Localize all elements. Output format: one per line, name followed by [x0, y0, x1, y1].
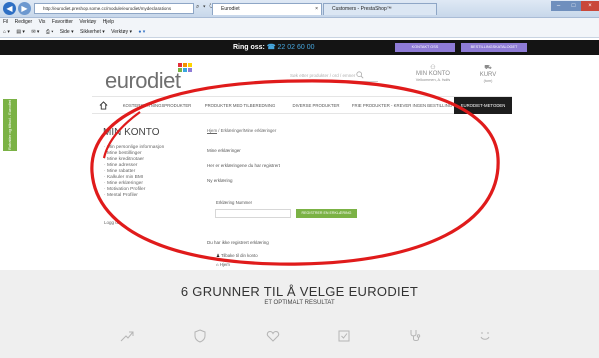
nav-misc-products[interactable]: DIVERSE PRODUKTER [284, 97, 348, 114]
cart-link[interactable]: ⛟ KURV (tom) [468, 64, 508, 83]
declaration-number-input[interactable] [215, 209, 291, 218]
smile-icon [480, 332, 490, 340]
cart-title: KURV [479, 72, 497, 78]
breadcrumb: Hjem / Erklæringer/Mine erklæringer [207, 128, 276, 133]
phone-icon: ☎ [266, 44, 276, 51]
print-cmd-icon[interactable]: ⎙ ▾ [46, 29, 54, 35]
stethoscope-icon [410, 330, 421, 341]
browser-titlebar: ◀ ▶ http://eurodiet.preshop.some.cc/modu… [0, 0, 599, 18]
menu-file[interactable]: Fil [3, 19, 8, 25]
account-menu-label: Mine rabatter [106, 169, 136, 174]
menu-tools[interactable]: Verktøy [79, 19, 96, 25]
account-menu-label: Mine bestillinger [106, 151, 142, 156]
declaration-number-label: Erklæring Nummer [216, 200, 253, 205]
close-tab-icon[interactable]: × [315, 4, 318, 15]
register-declaration-button[interactable]: REGISTRER EN ERKLÆRING [296, 209, 357, 218]
account-sidebar-title: MIN KONTO [103, 127, 160, 138]
tab-label: Customers - PrestaShop™ [332, 6, 392, 12]
catalog-button[interactable]: BESTILLINGSKATALOGET [461, 43, 527, 52]
cmd-page[interactable]: Side ▾ [60, 29, 74, 35]
account-menu-label: Mine adresser [106, 163, 138, 168]
contact-button[interactable]: KONTAKT OSS [395, 43, 455, 52]
account-welcome: Velkommen, A. fsdfs [415, 78, 451, 82]
address-bar[interactable]: http://eurodiet.preshop.some.cc/module/e… [34, 3, 194, 14]
nav-free-products[interactable]: FRIE PRODUKTER - KREVER INGEN BESTILLING [350, 97, 454, 114]
account-menu: · Min personlige informasjon · Mine best… [104, 145, 164, 199]
banner-subtitle: ET OPTIMALT RESULTAT [264, 300, 335, 306]
trend-up-icon [120, 331, 134, 342]
shield-icon [194, 329, 206, 343]
cart-count: (tom) [483, 79, 493, 83]
account-menu-label: Motivation Profiler [106, 187, 146, 192]
menu-view[interactable]: Vis [39, 19, 46, 25]
account-menu-label: Mental Profiler [106, 193, 138, 198]
back-link-label: Tilbake til din konto [220, 253, 258, 258]
tab-label: Eurodiet [221, 6, 240, 12]
account-menu-mental-profiler[interactable]: · Mental Profiler [104, 193, 164, 199]
empty-message: Du har ikke registrert erklæring [207, 240, 269, 245]
back-icon[interactable]: ◀ [3, 2, 16, 15]
ring-label: Ring oss: [233, 44, 265, 51]
account-menu-label: Mine erklæringer [106, 181, 143, 186]
nav-eurodiet-method[interactable]: EURODIET-METODEN [454, 97, 512, 114]
cmd-tools[interactable]: Verktøy ▾ [111, 29, 132, 35]
page-root: ◀ ▶ http://eurodiet.preshop.some.cc/modu… [0, 0, 599, 358]
menu-bar: Fil Rediger Vis Favoritter Verktøy Hjelp [0, 18, 599, 27]
cart-icon: ⛟ [484, 65, 492, 71]
heart-icon [266, 330, 280, 342]
account-menu-label: Min personlige informasjon [106, 145, 165, 150]
user-icon: ⚇ [430, 65, 436, 71]
home-cmd-icon[interactable]: ⌂ ▾ [3, 29, 10, 35]
nav-prepared-products[interactable]: PRODUKTER MED TILBEREDNING [198, 97, 282, 114]
menu-edit[interactable]: Rediger [15, 19, 33, 25]
account-link[interactable]: ⚇ MIN KONTO Velkommen, A. fsdfs [406, 64, 460, 82]
breadcrumb-current: / Erklæringer/Mine erklæringer [217, 128, 277, 133]
account-title: MIN KONTO [416, 71, 450, 77]
home-small-icon: ⌂ [216, 262, 219, 267]
site-top-bar: Ring oss: ☎ 22 02 60 00 KONTAKT OSS BEST… [0, 40, 599, 55]
help-cmd-icon[interactable]: ● ▾ [138, 29, 145, 35]
back-to-account-link[interactable]: ♟ Tilbake til din konto [216, 253, 258, 259]
breadcrumb-home-link[interactable]: Hjem [207, 128, 217, 133]
discounts-side-tab[interactable]: Rabatter og tilbud - Eurodiet [3, 99, 17, 151]
tab-customers[interactable]: Customers - PrestaShop™ [323, 3, 437, 15]
account-menu-label: Mine kreditnotaer [106, 157, 144, 162]
feed-cmd-icon[interactable]: ▤ ▾ [16, 29, 25, 35]
new-declaration-label: Ny erklæring [207, 178, 233, 183]
account-menu-label: Kalkuler min BMI [106, 175, 144, 180]
home-link-label: Hjem [219, 262, 230, 267]
phone-label: Ring oss: ☎ 22 02 60 00 [233, 40, 315, 55]
banner-title: 6 GRUNNER TIL Å VELGE EURODIET [180, 284, 419, 299]
home-link[interactable]: ⌂ Hjem [216, 262, 230, 267]
tab-eurodiet[interactable]: Eurodiet × [212, 3, 322, 15]
home-icon[interactable] [99, 101, 108, 110]
logo-dots-icon [178, 63, 192, 72]
maximize-icon[interactable]: □ [566, 1, 581, 11]
cmd-security[interactable]: Sikkerhet ▾ [80, 29, 105, 35]
user-icon: ♟ [216, 253, 220, 258]
page-heading: Mine erklæringer [207, 148, 241, 153]
close-window-icon[interactable]: × [581, 1, 599, 11]
search-icon[interactable] [356, 71, 364, 79]
category-nav: KOSTERSTATNINGSPRODUKTER PRODUKTER MED T… [92, 96, 512, 114]
intro-text: Her er erklæringene du har registrert [207, 163, 281, 168]
nav-meal-replacements[interactable]: KOSTERSTATNINGSPRODUKTER [118, 97, 196, 114]
mail-cmd-icon[interactable]: ✉ ▾ [31, 29, 39, 35]
phone-number[interactable]: 22 02 60 00 [278, 44, 315, 51]
logout-link[interactable]: Logg ut [104, 220, 119, 225]
site-logo[interactable]: eurodiet [105, 68, 181, 94]
command-bar: ⌂ ▾ ▤ ▾ ✉ ▾ ⎙ ▾ Side ▾ Sikkerhet ▾ Verkt… [0, 27, 599, 38]
checklist-icon [338, 330, 350, 342]
menu-help[interactable]: Hjelp [103, 19, 114, 25]
forward-icon[interactable]: ▶ [18, 2, 31, 15]
minimize-icon[interactable]: – [551, 1, 566, 11]
menu-favorites[interactable]: Favoritter [52, 19, 73, 25]
